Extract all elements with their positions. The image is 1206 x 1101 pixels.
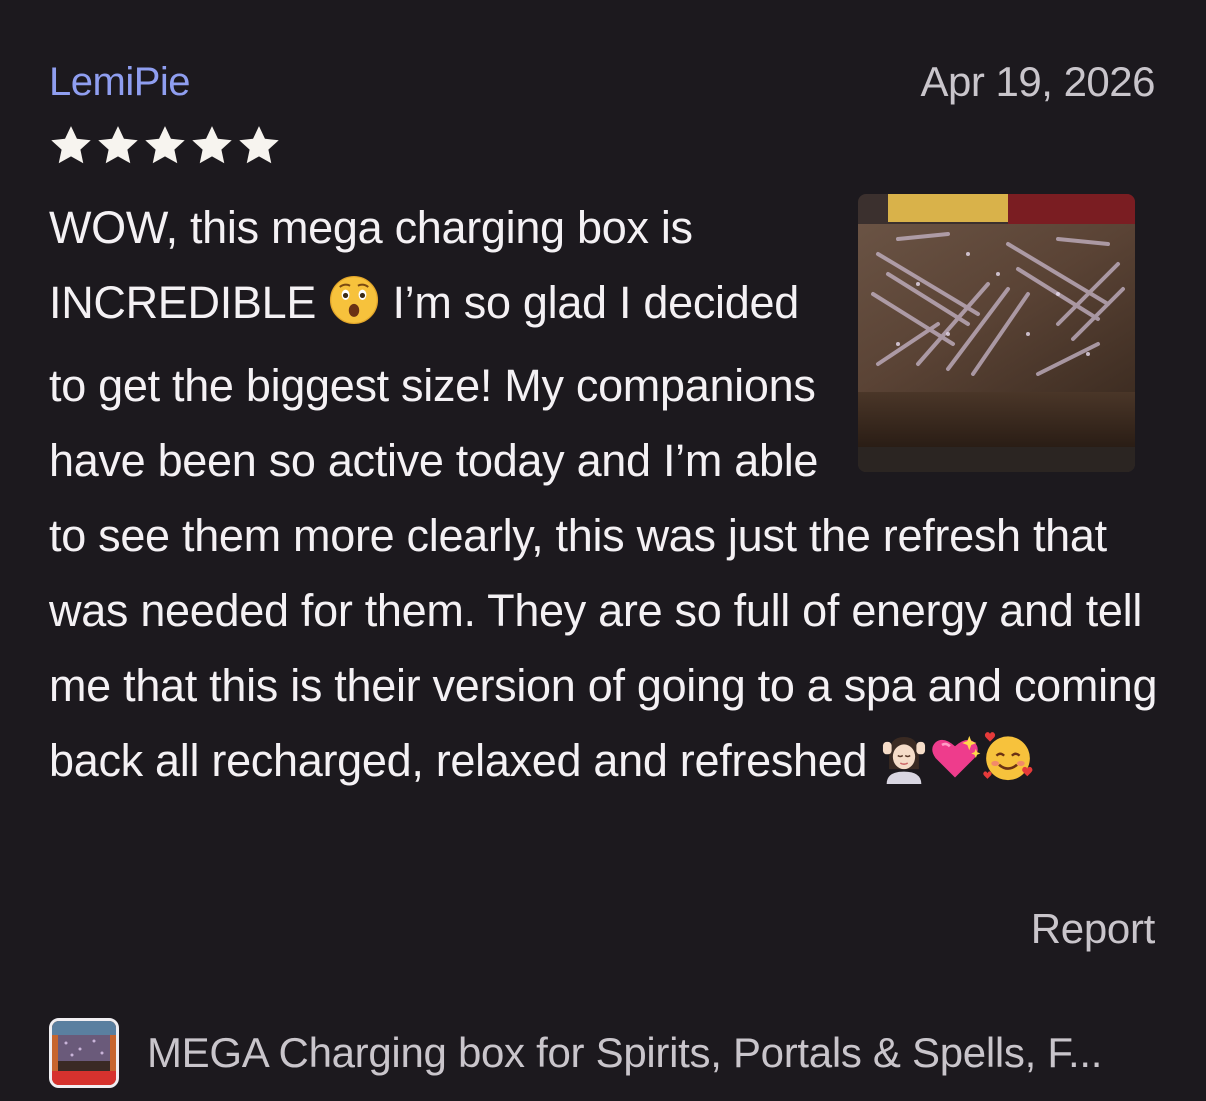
star-icon	[236, 123, 282, 169]
sparkling-heart-icon	[929, 731, 981, 806]
star-icon	[95, 123, 141, 169]
product-link[interactable]: MEGA Charging box for Spirits, Portals &…	[49, 1015, 1159, 1090]
woman-getting-massage-icon	[879, 731, 929, 806]
review-photo[interactable]	[858, 194, 1135, 472]
reviewer-username[interactable]: LemiPie	[49, 60, 191, 105]
astonished-face-icon	[328, 273, 380, 348]
charging-box-photo-image	[858, 194, 1135, 472]
product-thumbnail-image	[52, 1020, 116, 1085]
review-date: Apr 19, 2026	[920, 58, 1155, 105]
star-icon	[48, 123, 94, 169]
product-title: MEGA Charging box for Spirits, Portals &…	[147, 1028, 1103, 1076]
product-thumbnail	[49, 1017, 119, 1088]
smiling-face-with-hearts-icon	[981, 730, 1035, 806]
star-icon	[189, 123, 235, 169]
star-icon	[142, 123, 188, 169]
report-link[interactable]: Report	[1031, 905, 1156, 953]
star-rating	[48, 123, 282, 169]
review-card: LemiPie Apr 19, 2026 WOW, this mega char…	[0, 0, 1206, 1101]
